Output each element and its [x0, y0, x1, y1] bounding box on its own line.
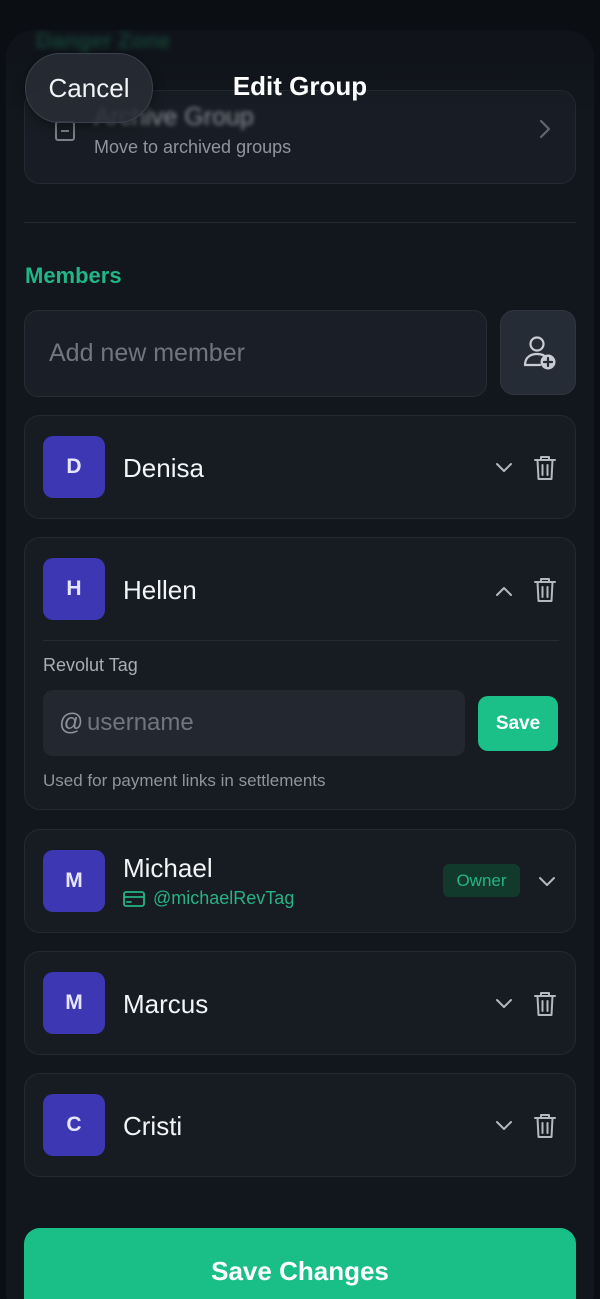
page-title: Edit Group: [232, 71, 368, 101]
members-section-label: Members: [25, 263, 122, 288]
archive-group-subtitle: Move to archived groups: [94, 137, 292, 157]
revolut-tag-label: Revolut Tag: [43, 655, 138, 675]
avatar: M: [43, 972, 105, 1034]
card-icon: [123, 890, 145, 907]
member-name: Denisa: [123, 453, 204, 483]
archive-icon: [55, 121, 75, 141]
member-card[interactable]: C Cristi: [24, 1073, 576, 1177]
chevron-down-icon[interactable]: [493, 992, 515, 1014]
member-card[interactable]: M Michael @michaelRevTag Owner: [24, 829, 576, 933]
trash-icon[interactable]: [532, 990, 558, 1018]
member-card[interactable]: M Marcus: [24, 951, 576, 1055]
save-changes-button[interactable]: Save Changes: [24, 1228, 576, 1299]
revolut-tag-help: Used for payment links in settlements: [43, 771, 326, 790]
chevron-up-icon[interactable]: [493, 580, 515, 602]
chevron-down-icon[interactable]: [493, 1114, 515, 1136]
member-name: Marcus: [123, 989, 209, 1019]
member-name: Hellen: [123, 575, 197, 605]
add-member-button[interactable]: [500, 310, 576, 395]
avatar: M: [43, 850, 105, 912]
trash-icon[interactable]: [532, 576, 558, 604]
avatar: H: [43, 558, 105, 620]
chevron-down-icon[interactable]: [493, 456, 515, 478]
chevron-down-icon[interactable]: [536, 870, 558, 892]
danger-zone-label: Danger Zone: [36, 28, 171, 53]
member-card-expanded[interactable]: H Hellen Revolut Tag @ Save Used for pay…: [24, 537, 576, 810]
member-name: Michael: [123, 853, 213, 883]
add-user-icon: [523, 336, 556, 370]
owner-badge: Owner: [443, 864, 520, 897]
revolut-tag-field[interactable]: @: [43, 690, 465, 756]
chevron-right-icon: [539, 119, 551, 145]
at-prefix: @: [59, 709, 84, 736]
avatar: D: [43, 436, 105, 498]
member-name: Cristi: [123, 1111, 183, 1141]
trash-icon[interactable]: [532, 454, 558, 482]
expanded-divider: [43, 640, 559, 641]
trash-icon[interactable]: [532, 1112, 558, 1140]
revolut-tag-line: @michaelRevTag: [123, 888, 294, 909]
revolut-username-input[interactable]: [87, 690, 457, 756]
save-tag-button[interactable]: Save: [478, 696, 558, 751]
avatar: C: [43, 1094, 105, 1156]
member-card[interactable]: D Denisa: [24, 415, 576, 519]
add-member-input[interactable]: [24, 310, 487, 397]
revolut-tag-value: @michaelRevTag: [153, 888, 295, 908]
section-divider: [24, 222, 576, 223]
